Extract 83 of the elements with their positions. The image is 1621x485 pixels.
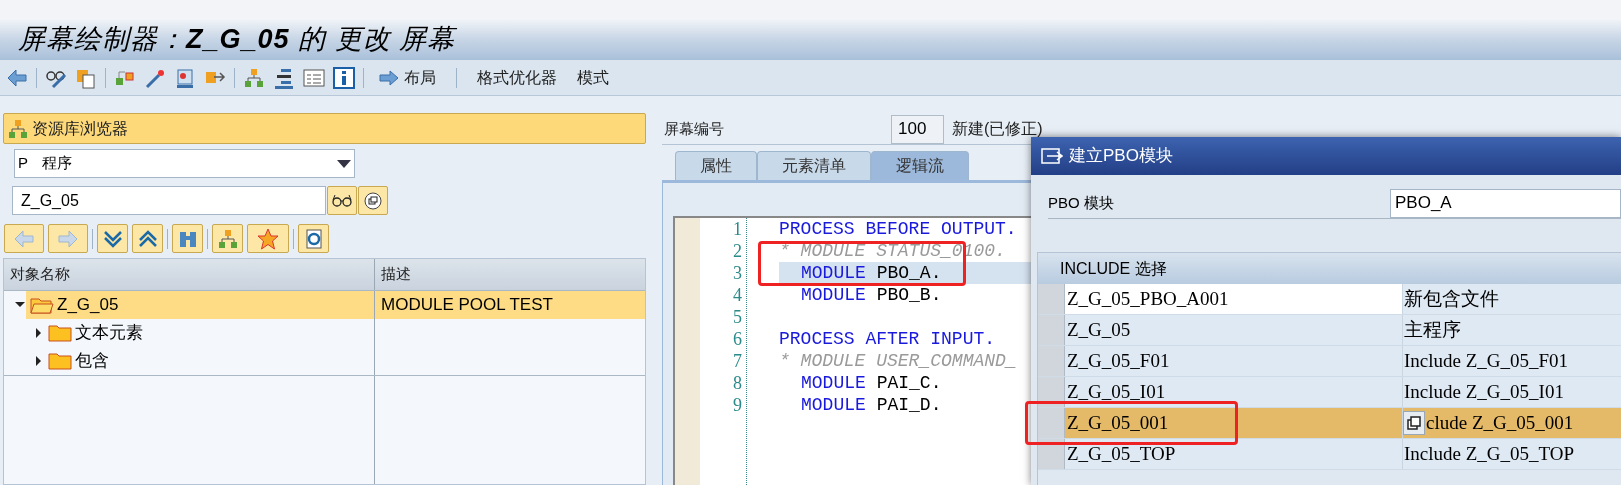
toolbar-button[interactable]: [172, 224, 203, 253]
table-cell[interactable]: Z_G_05: [1065, 315, 1403, 345]
arrow-icon: [378, 68, 400, 87]
dropdown-icon: [337, 159, 351, 168]
value-help-button[interactable]: [358, 186, 388, 215]
toolbar-button[interactable]: 格式优化器: [471, 65, 563, 90]
glasses-icon: [331, 192, 353, 209]
code-comment: * MODULE USER_COMMAND_: [779, 351, 1017, 371]
toolbar-button[interactable]: [247, 224, 289, 253]
tab[interactable]: 逻辑流: [871, 151, 969, 180]
display-button[interactable]: [327, 186, 357, 215]
tab[interactable]: 元素清单: [757, 151, 871, 180]
tree-icon[interactable]: [243, 66, 265, 89]
toolbar-button[interactable]: [298, 224, 329, 253]
table-cell-text: Include Z_G_05_F01: [1403, 348, 1569, 373]
status-text: 新建(已修正): [952, 119, 1043, 139]
line-number: 4: [733, 284, 742, 306]
stamp-icon[interactable]: [174, 66, 196, 89]
toolbar-button[interactable]: [132, 224, 163, 253]
object-type-dropdown[interactable]: P 程序: [14, 149, 355, 178]
folder-icon: [48, 351, 72, 371]
tree-icon: [7, 117, 29, 140]
column-header: 对象名称: [4, 259, 375, 290]
line-number: 7: [733, 350, 742, 372]
list-icon[interactable]: [303, 66, 325, 89]
table-cell-text: 主程序: [1403, 317, 1461, 342]
module-name-field[interactable]: PBO_A: [1390, 188, 1621, 218]
line-number: 3: [733, 262, 742, 284]
tab[interactable]: 属性: [675, 151, 757, 180]
table-cell-text: Include Z_G_05_TOP: [1403, 441, 1575, 466]
table-cell[interactable]: Z_G_05_TOP: [1065, 439, 1403, 469]
code-line: MODULE PAI_C.: [800, 373, 942, 393]
row-selector[interactable]: [1038, 439, 1065, 469]
dialog-icon: [1041, 147, 1063, 165]
table-row[interactable]: Z_G_05_PBO_A001 新包含文件: [1038, 284, 1621, 315]
window-title: 屏幕绘制器：Z_G_05 的 更改 屏幕: [18, 22, 456, 56]
column-header: 描述: [380, 264, 412, 285]
code-line: MODULE PBO_B.: [800, 285, 942, 305]
align-icon[interactable]: [273, 66, 295, 89]
toolbar-button[interactable]: 布局: [372, 65, 442, 90]
window-icon: [1407, 416, 1421, 430]
tree-node[interactable]: Z_G_05: [26, 291, 374, 319]
code-line: PROCESS BEFORE OUTPUT.: [779, 219, 1017, 239]
line-number: 5: [733, 306, 742, 328]
table-row[interactable]: Z_G_05_I01 Include Z_G_05_I01: [1038, 377, 1621, 408]
tree-node[interactable]: 包含: [44, 347, 374, 375]
table-cell[interactable]: Z_G_05_I01: [1065, 377, 1403, 407]
table-cell-text: clude Z_G_05_001: [1426, 410, 1574, 435]
star-icon: [257, 227, 279, 250]
line-number: 6: [733, 328, 742, 350]
table-cell-text: MODULE POOL TEST: [381, 294, 553, 317]
table-title: INCLUDE 选择: [1038, 253, 1621, 284]
toolbar-button[interactable]: [212, 224, 243, 253]
field-label: 屏幕编号: [663, 118, 725, 139]
tree-node[interactable]: 文本元素: [44, 319, 374, 347]
toolbar-button[interactable]: 模式: [571, 65, 615, 90]
table-row[interactable]: Z_G_05_001 clude Z_G_05_001: [1038, 408, 1621, 439]
code-line: PROCESS AFTER INPUT.: [779, 329, 996, 349]
screen-number-field: 100: [891, 114, 944, 144]
folder-icon: [48, 323, 72, 343]
code-line: MODULE PAI_D.: [800, 395, 942, 415]
dialog-title: 建立PBO模块: [1069, 145, 1173, 168]
field-label: PBO 模块: [1048, 192, 1115, 213]
line-number: 2: [733, 240, 742, 262]
value-help-button[interactable]: [1403, 411, 1425, 435]
table-cell-text: 新包含文件: [1403, 286, 1499, 311]
line-number: 1: [733, 218, 742, 240]
table-cell[interactable]: Z_G_05_F01: [1065, 346, 1403, 376]
table-row[interactable]: Z_G_05 主程序: [1038, 315, 1621, 346]
info-icon[interactable]: [333, 66, 355, 89]
open-folder-icon: [30, 295, 54, 315]
line-number: 9: [733, 394, 742, 416]
panel-title: 资源库浏览器: [32, 118, 128, 139]
tree-icon: [216, 227, 239, 250]
table-row[interactable]: Z_G_05_TOP Include Z_G_05_TOP: [1038, 439, 1621, 470]
code-line: MODULE PBO_A.: [800, 263, 942, 283]
table-cell[interactable]: Z_G_05_PBO_A001: [1065, 284, 1403, 314]
table-cell-text: Include Z_G_05_I01: [1403, 379, 1564, 404]
toolbar-button[interactable]: [97, 224, 128, 253]
table-row[interactable]: Z_G_05_F01 Include Z_G_05_F01: [1038, 346, 1621, 377]
object-name-field[interactable]: Z_G_05: [12, 186, 326, 215]
line-number: 8: [733, 372, 742, 394]
window-icon: [364, 191, 382, 210]
